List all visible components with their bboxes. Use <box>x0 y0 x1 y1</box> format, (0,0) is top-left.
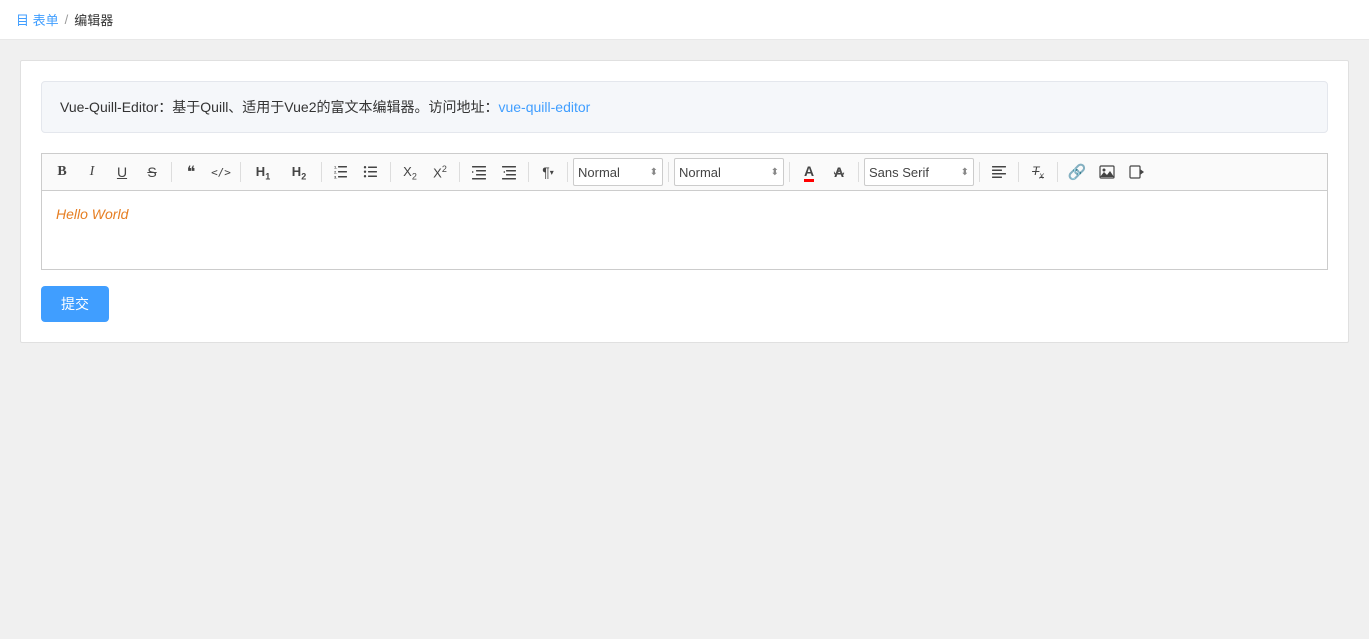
video-icon <box>1129 164 1145 180</box>
separator-3 <box>321 162 322 182</box>
info-bar-text: Vue-Quill-Editor：基于Quill、适用于Vue2的富文本编辑器。… <box>60 99 498 115</box>
editor-card: Vue-Quill-Editor：基于Quill、适用于Vue2的富文本编辑器。… <box>20 60 1349 343</box>
indent-left-button[interactable] <box>495 158 523 186</box>
submit-button[interactable]: 提交 <box>41 286 109 322</box>
separator-7 <box>567 162 568 182</box>
separator-12 <box>1018 162 1019 182</box>
main-container: Vue-Quill-Editor：基于Quill、适用于Vue2的富文本编辑器。… <box>0 40 1369 363</box>
image-button[interactable] <box>1093 158 1121 186</box>
header-select[interactable]: Normal H1 H2 H3 H4 H5 H6 <box>679 165 779 180</box>
indent-right-button[interactable] <box>465 158 493 186</box>
subscript-button[interactable]: X2 <box>396 158 424 186</box>
bold-button[interactable]: B <box>48 158 76 186</box>
svg-text:3.: 3. <box>334 175 337 180</box>
italic-button[interactable]: I <box>78 158 106 186</box>
separator-8 <box>668 162 669 182</box>
underline-button[interactable]: U <box>108 158 136 186</box>
separator-1 <box>171 162 172 182</box>
indent-right-icon <box>471 164 487 180</box>
strike-button[interactable]: S <box>138 158 166 186</box>
bullet-list-button[interactable] <box>357 158 385 186</box>
editor-content[interactable]: Hello World <box>41 190 1328 270</box>
breadcrumb-separator: / <box>65 12 69 27</box>
ordered-list-button[interactable]: 1. 2. 3. <box>327 158 355 186</box>
font-color-button[interactable]: A <box>795 158 823 186</box>
code-button[interactable]: </> <box>207 158 235 186</box>
font-select-wrapper[interactable]: Sans Serif Serif Monospace ⬍ <box>864 158 974 186</box>
direction-button[interactable]: ¶ ▾ <box>534 158 562 186</box>
separator-2 <box>240 162 241 182</box>
separator-13 <box>1057 162 1058 182</box>
h1-button[interactable]: H1 <box>246 158 280 186</box>
video-button[interactable] <box>1123 158 1151 186</box>
blockquote-button[interactable]: ❝ <box>177 158 205 186</box>
indent-left-icon <box>501 164 517 180</box>
size-select[interactable]: Normal Small Large Huge <box>578 165 658 180</box>
separator-9 <box>789 162 790 182</box>
separator-11 <box>979 162 980 182</box>
breadcrumb-home[interactable]: 目 表单 <box>16 10 59 29</box>
link-button[interactable]: 🔗 <box>1063 158 1091 186</box>
ordered-list-icon: 1. 2. 3. <box>333 164 349 180</box>
editor-toolbar: B I U S ❝ </> <box>41 153 1328 190</box>
info-bar: Vue-Quill-Editor：基于Quill、适用于Vue2的富文本编辑器。… <box>41 81 1328 133</box>
size-select-wrapper[interactable]: Normal Small Large Huge ⬍ <box>573 158 663 186</box>
h2-button[interactable]: H2 <box>282 158 316 186</box>
image-icon <box>1099 164 1115 180</box>
clear-format-button[interactable]: Tx <box>1024 158 1052 186</box>
separator-5 <box>459 162 460 182</box>
background-color-button[interactable]: A <box>825 158 853 186</box>
superscript-button[interactable]: X2 <box>426 158 454 186</box>
breadcrumb: 目 表单 / 编辑器 <box>0 0 1369 40</box>
align-icon <box>991 164 1007 180</box>
separator-4 <box>390 162 391 182</box>
separator-6 <box>528 162 529 182</box>
info-bar-link[interactable]: vue-quill-editor <box>498 99 590 115</box>
breadcrumb-current: 编辑器 <box>74 10 113 29</box>
font-select[interactable]: Sans Serif Serif Monospace <box>869 165 969 180</box>
separator-10 <box>858 162 859 182</box>
bullet-list-icon <box>363 164 379 180</box>
editor-text: Hello World <box>56 206 128 222</box>
header-select-wrapper[interactable]: Normal H1 H2 H3 H4 H5 H6 ⬍ <box>674 158 784 186</box>
align-button[interactable] <box>985 158 1013 186</box>
